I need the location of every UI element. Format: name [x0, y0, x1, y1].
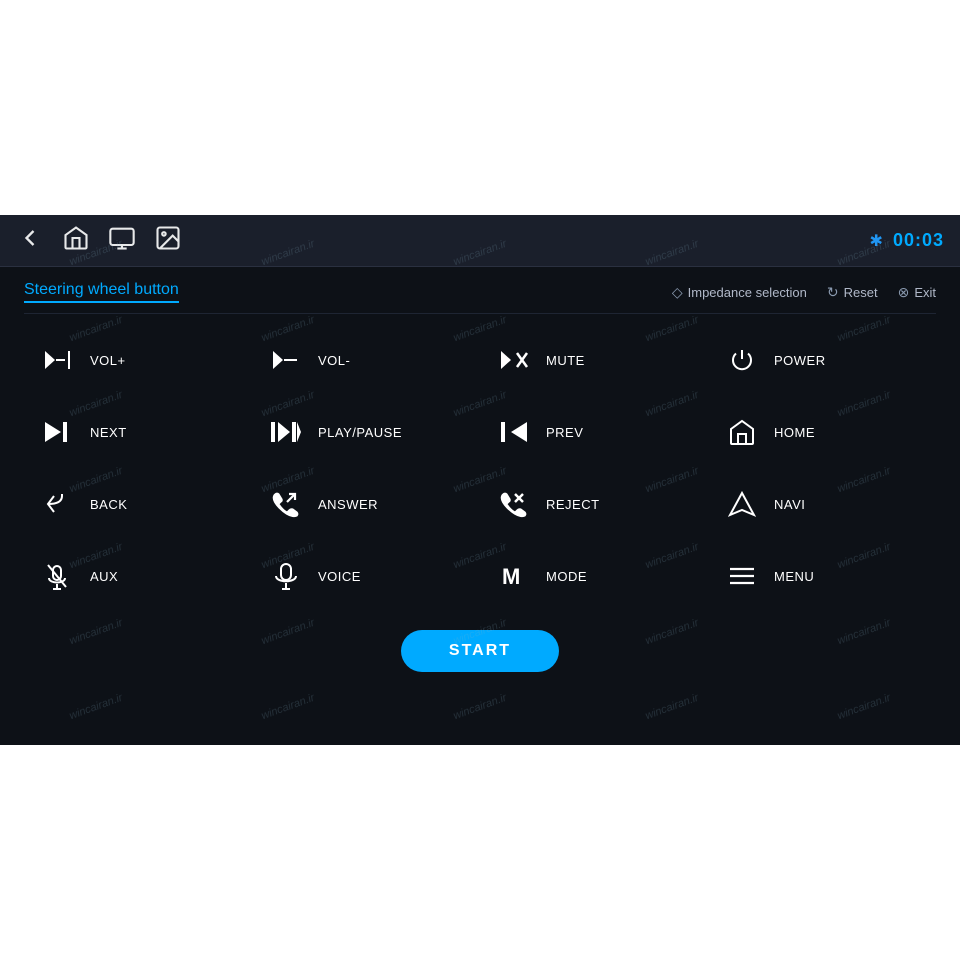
- back-label: BACK: [90, 497, 127, 512]
- clock-display: 00:03: [893, 230, 944, 251]
- prev-label: PREV: [546, 425, 583, 440]
- back-btn-icon: [40, 486, 76, 522]
- navi-label: NAVI: [774, 497, 805, 512]
- aux-icon: [40, 558, 76, 594]
- answer-icon: [268, 486, 304, 522]
- aux-label: AUX: [90, 569, 118, 584]
- vol-plus-btn[interactable]: VOL+: [24, 324, 252, 396]
- mode-btn[interactable]: M MODE: [480, 540, 708, 612]
- shield-icon: ◇: [672, 284, 683, 301]
- home-btn[interactable]: HOME: [708, 396, 936, 468]
- home-label: HOME: [774, 425, 815, 440]
- exit-label: Exit: [914, 285, 936, 300]
- play-pause-btn[interactable]: PLAY/PAUSE: [252, 396, 480, 468]
- answer-label: ANSWER: [318, 497, 378, 512]
- menu-icon: [724, 558, 760, 594]
- reset-label: Reset: [844, 285, 878, 300]
- voice-icon: [268, 558, 304, 594]
- voice-btn[interactable]: VOICE: [252, 540, 480, 612]
- mute-label: MUTE: [546, 353, 585, 368]
- power-label: POWER: [774, 353, 826, 368]
- reject-label: REJECT: [546, 497, 600, 512]
- reset-icon: ↻: [827, 284, 839, 301]
- vol-minus-icon: [268, 342, 304, 378]
- power-icon: [724, 342, 760, 378]
- next-label: NEXT: [90, 425, 127, 440]
- content-area: Steering wheel button ◇ Impedance select…: [0, 267, 960, 686]
- screen-icon[interactable]: [108, 224, 136, 258]
- start-btn-wrapper: START: [24, 622, 936, 686]
- vol-plus-icon: [40, 342, 76, 378]
- menu-label: MENU: [774, 569, 814, 584]
- gallery-icon[interactable]: [154, 224, 182, 258]
- back-action-btn[interactable]: BACK: [24, 468, 252, 540]
- play-pause-label: PLAY/PAUSE: [318, 425, 402, 440]
- prev-btn[interactable]: PREV: [480, 396, 708, 468]
- mute-btn[interactable]: MUTE: [480, 324, 708, 396]
- header-actions: ◇ Impedance selection ↻ Reset ⊗ Exit: [672, 284, 936, 301]
- vol-minus-label: VOL-: [318, 353, 350, 368]
- reject-btn[interactable]: REJECT: [480, 468, 708, 540]
- nav-right: ✱ 00:03: [870, 230, 944, 251]
- section-title: Steering wheel button: [24, 281, 179, 303]
- home-btn-icon: [724, 414, 760, 450]
- next-btn[interactable]: NEXT: [24, 396, 252, 468]
- power-btn[interactable]: POWER: [708, 324, 936, 396]
- screen-wrapper: wincairan.irwincairan.irwincairan.irwinc…: [0, 215, 960, 745]
- start-button[interactable]: START: [401, 630, 559, 672]
- exit-icon: ⊗: [898, 284, 910, 301]
- reset-btn[interactable]: ↻ Reset: [827, 284, 878, 301]
- impedance-selection-btn[interactable]: ◇ Impedance selection: [672, 284, 807, 301]
- answer-btn[interactable]: ANSWER: [252, 468, 480, 540]
- home-nav-icon[interactable]: [62, 224, 90, 258]
- aux-btn[interactable]: AUX: [24, 540, 252, 612]
- next-icon: [40, 414, 76, 450]
- navi-icon: [724, 486, 760, 522]
- button-grid: VOL+ VOL-: [24, 314, 936, 622]
- mute-icon: [496, 342, 532, 378]
- play-pause-icon: [268, 414, 304, 450]
- prev-icon: [496, 414, 532, 450]
- navi-btn[interactable]: NAVI: [708, 468, 936, 540]
- svg-text:M: M: [502, 564, 520, 588]
- impedance-label: Impedance selection: [688, 285, 807, 300]
- nav-bar: ✱ 00:03: [0, 215, 960, 267]
- menu-btn[interactable]: MENU: [708, 540, 936, 612]
- nav-left: [16, 224, 182, 258]
- exit-btn[interactable]: ⊗ Exit: [898, 284, 936, 301]
- mode-label: MODE: [546, 569, 587, 584]
- voice-label: VOICE: [318, 569, 361, 584]
- bluetooth-icon: ✱: [870, 231, 883, 251]
- vol-minus-btn[interactable]: VOL-: [252, 324, 480, 396]
- section-header: Steering wheel button ◇ Impedance select…: [24, 267, 936, 314]
- reject-icon: [496, 486, 532, 522]
- back-icon[interactable]: [16, 224, 44, 258]
- vol-plus-label: VOL+: [90, 353, 126, 368]
- mode-icon: M: [496, 558, 532, 594]
